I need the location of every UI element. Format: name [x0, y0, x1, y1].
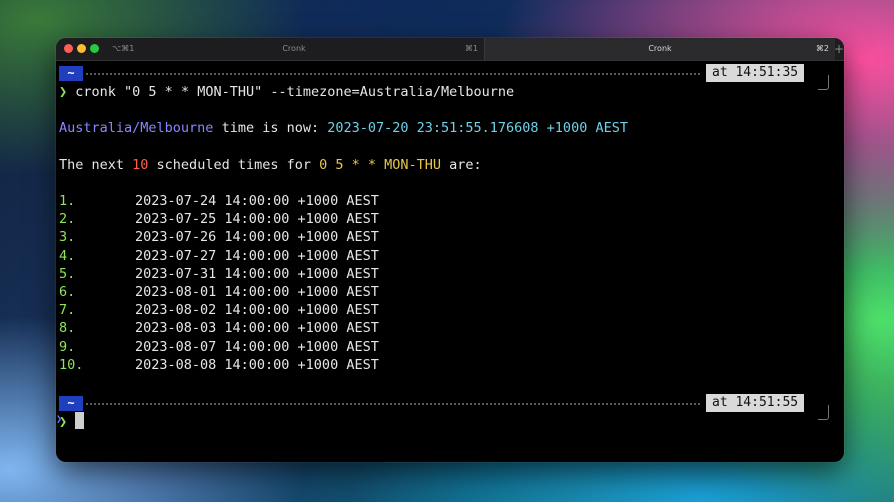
next-times-heading: The next 10 scheduled times for 0 5 * * … [59, 157, 482, 173]
row-time-value: 2023-08-07 14:00:00 +1000 AEST [135, 338, 379, 355]
input-line[interactable]: ❯ [59, 412, 85, 431]
minimize-window-button[interactable] [77, 44, 86, 53]
row-index: 5. [59, 265, 76, 282]
directory-badge: ~ [59, 66, 83, 81]
row-time-value: 2023-08-08 14:00:00 +1000 AEST [135, 356, 379, 373]
prompt-symbol: ❯ [59, 84, 68, 100]
row-index: 1. [59, 193, 76, 209]
tab-shortcut: ⌘2 [815, 44, 829, 53]
row-index: 9. [59, 338, 76, 355]
scheduled-time-row: 2. 2023-07-25 14:00:00 +1000 AEST [59, 210, 379, 228]
scheduled-time-row: 10. 2023-08-08 14:00:00 +1000 AEST [59, 356, 379, 374]
row-time-value: 2023-08-01 14:00:00 +1000 AEST [135, 284, 379, 300]
row-index: 4. [59, 247, 76, 264]
scheduled-time-row: 9. 2023-08-07 14:00:00 +1000 AEST [59, 338, 379, 356]
terminal-window: ⌥⌘1 Cronk ⌘1 Cronk ⌘2 + ~ at 14:51:35 ❯ … [56, 38, 844, 462]
row-index: 8. [59, 320, 76, 337]
zoom-window-button[interactable] [90, 44, 99, 53]
prompt-separator [86, 403, 700, 406]
cron-expression: 0 5 * * MON-THU [319, 157, 442, 173]
row-index: 6. [59, 284, 76, 300]
timezone-name: Australia/Melbourne [59, 120, 214, 136]
prompt-symbol: ❯ [59, 414, 68, 430]
row-index: 3. [59, 229, 76, 246]
scheduled-time-row: 6. 2023-08-01 14:00:00 +1000 AEST [59, 283, 379, 301]
tab-shortcut: ⌘1 [464, 44, 478, 53]
row-index: 10. [59, 356, 84, 373]
row-time-value: 2023-07-26 14:00:00 +1000 AEST [135, 229, 379, 246]
prompt-time: at 14:51:35 [706, 64, 805, 82]
close-window-button[interactable] [64, 44, 73, 53]
row-time-value: 2023-07-24 14:00:00 +1000 AEST [135, 193, 379, 209]
new-tab-button[interactable]: + [834, 40, 844, 58]
row-time-value: 2023-07-25 14:00:00 +1000 AEST [135, 211, 379, 228]
directory-badge: ~ [59, 396, 83, 411]
current-time: 2023-07-20 23:51:55.176608 +1000 AEST [327, 120, 628, 136]
text-cursor [75, 412, 85, 429]
row-index: 2. [59, 211, 76, 228]
row-time-value: 2023-07-31 14:00:00 +1000 AEST [135, 265, 379, 282]
prompt-corner [818, 405, 829, 420]
command-text: cronk "0 5 * * MON-THU" --timezone=Austr… [75, 84, 515, 100]
tab-title: Cronk [282, 44, 306, 53]
command-line: ❯ cronk "0 5 * * MON-THU" --timezone=Aus… [59, 83, 514, 101]
tab-cronk-1[interactable]: ⌥⌘1 Cronk ⌘1 [104, 38, 484, 60]
scheduled-time-row: 5. 2023-07-31 14:00:00 +1000 AEST [59, 265, 379, 283]
times-count: 10 [132, 157, 149, 173]
prompt-time: at 14:51:55 [706, 394, 805, 412]
scheduled-time-row: 8. 2023-08-03 14:00:00 +1000 AEST [59, 319, 379, 337]
prompt-corner [818, 75, 829, 90]
terminal-content[interactable]: ~ at 14:51:35 ❯ cronk "0 5 * * MON-THU" … [56, 61, 844, 462]
scheduled-time-row: 4. 2023-07-27 14:00:00 +1000 AEST [59, 247, 379, 265]
row-time-value: 2023-08-02 14:00:00 +1000 AEST [135, 302, 379, 319]
scheduled-time-row: 7. 2023-08-02 14:00:00 +1000 AEST [59, 301, 379, 319]
row-time-value: 2023-08-03 14:00:00 +1000 AEST [135, 320, 379, 337]
tab-cronk-2[interactable]: Cronk ⌘2 [484, 38, 835, 60]
row-index: 7. [59, 302, 76, 319]
scheduled-time-row: 3. 2023-07-26 14:00:00 +1000 AEST [59, 228, 379, 246]
tab-title: Cronk [648, 44, 672, 53]
title-bar: ⌥⌘1 Cronk ⌘1 Cronk ⌘2 + [56, 38, 844, 61]
row-time-value: 2023-07-27 14:00:00 +1000 AEST [135, 247, 379, 264]
prompt-separator [86, 73, 700, 76]
scheduled-time-row: 1. 2023-07-24 14:00:00 +1000 AEST [59, 192, 379, 210]
timezone-now-line: Australia/Melbourne time is now: 2023-07… [59, 120, 628, 136]
